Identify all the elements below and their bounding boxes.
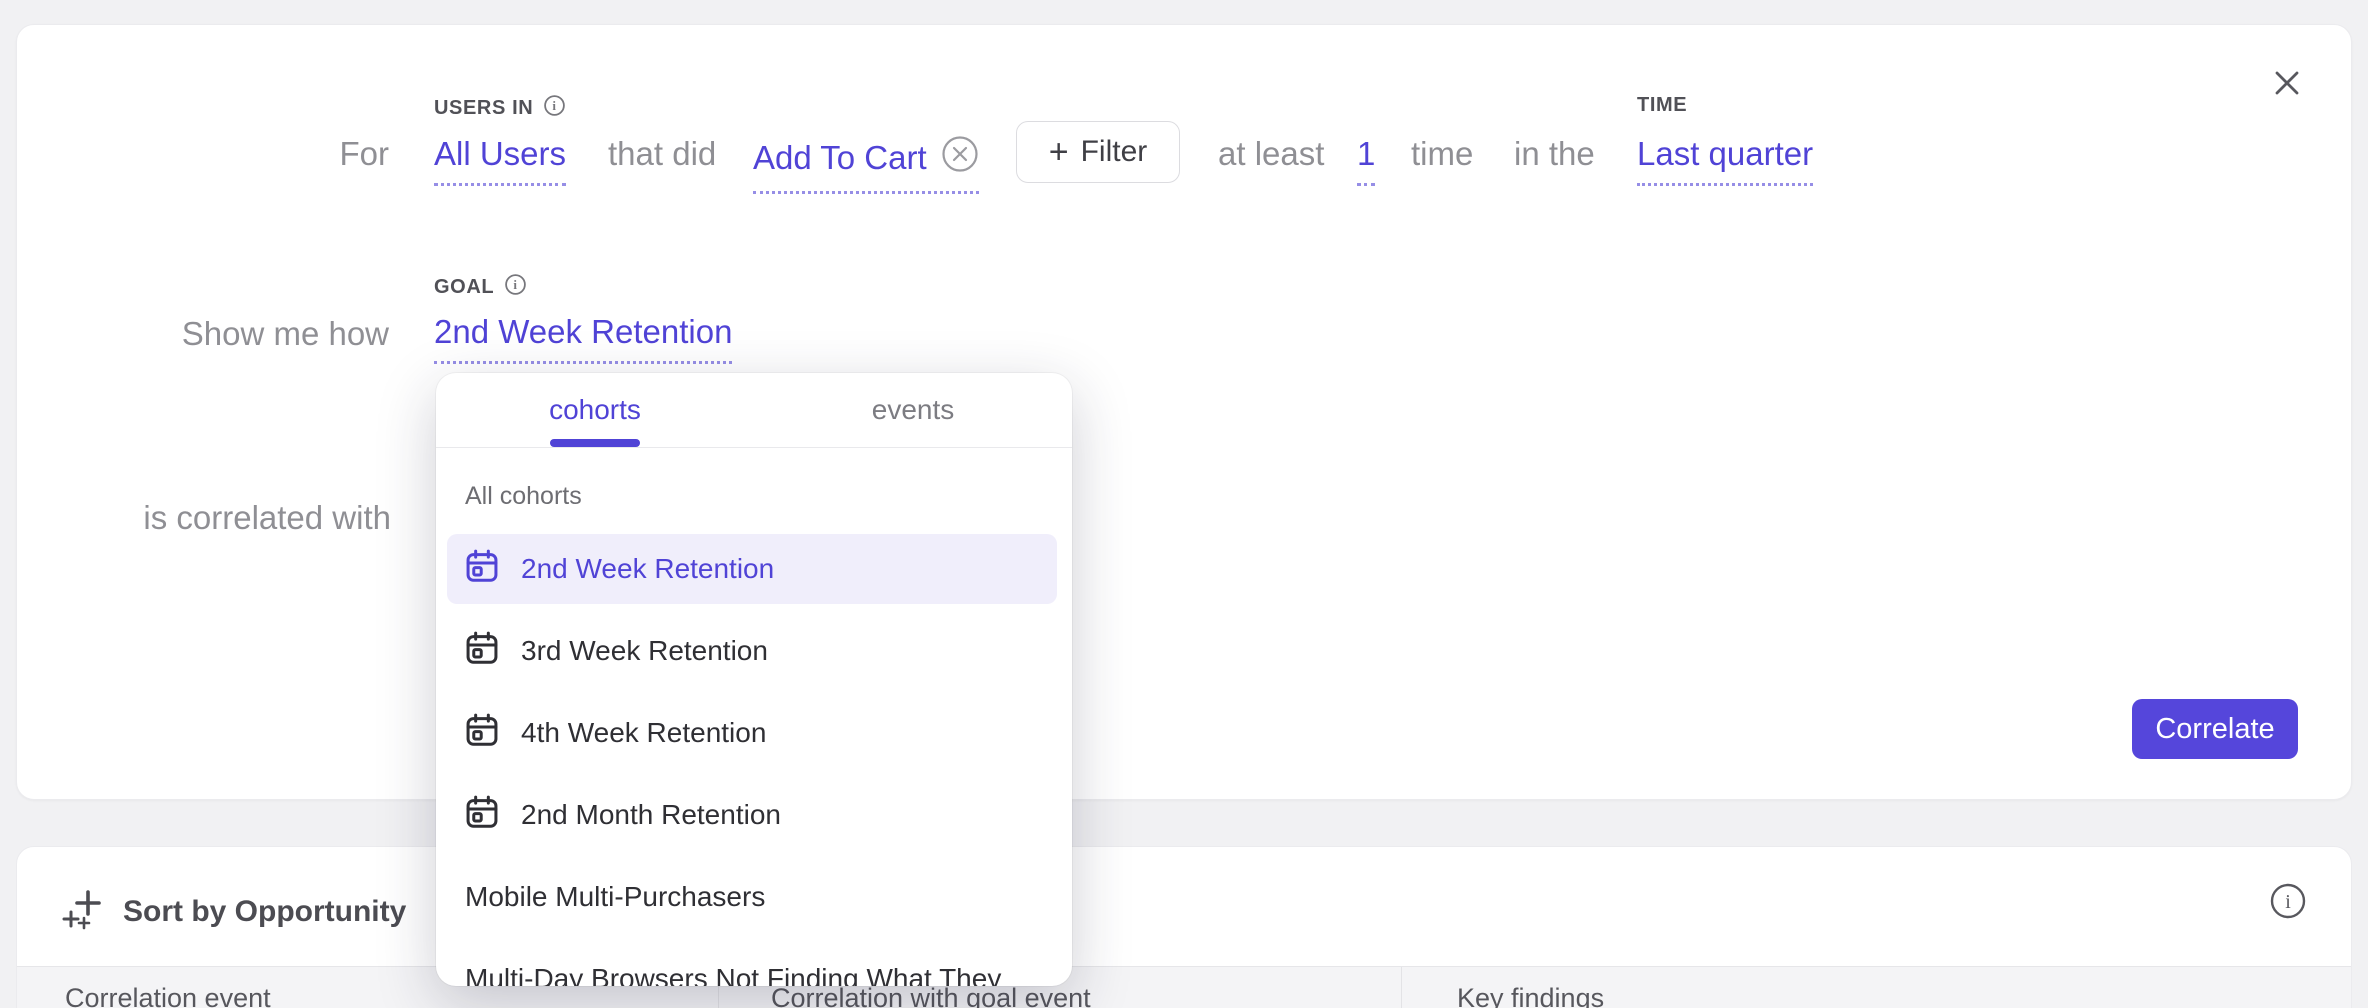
calendar-icon: [463, 793, 521, 838]
info-icon[interactable]: i: [543, 94, 566, 123]
list-item-2nd-week-retention[interactable]: 2nd Week Retention: [447, 534, 1057, 604]
dropdown-tabs: cohorts events: [436, 373, 1072, 448]
close-button[interactable]: [2263, 61, 2311, 109]
list-item-label: 3rd Week Retention: [521, 635, 768, 667]
svg-text:i: i: [553, 98, 557, 113]
list-item-multi-day-browsers[interactable]: Multi-Day Browsers Not Finding What They: [447, 944, 1057, 986]
active-tab-indicator: [550, 439, 640, 447]
time-label: TIME: [1637, 94, 1687, 117]
calendar-icon: [463, 629, 521, 674]
sentence-that-did: that did: [608, 135, 716, 173]
close-icon: [2269, 65, 2305, 106]
plus-icon: +: [1049, 135, 1069, 169]
goal-picker-dropdown: cohorts events All cohorts 2nd Week Rete…: [436, 373, 1072, 986]
calendar-icon: [463, 547, 521, 592]
svg-text:i: i: [2285, 891, 2291, 913]
results-info-button[interactable]: i: [2265, 880, 2311, 926]
goal-label-text: GOAL: [434, 276, 494, 299]
sort-by-opportunity-label: Sort by Opportunity: [123, 895, 406, 929]
sentence-prefix-for: For: [17, 135, 389, 173]
info-icon[interactable]: i: [504, 273, 527, 302]
list-item-label: Multi-Day Browsers Not Finding What They: [465, 963, 1001, 986]
list-item-label: 2nd Month Retention: [521, 799, 781, 831]
tab-events[interactable]: events: [754, 373, 1072, 447]
correlate-button[interactable]: Correlate: [2132, 699, 2298, 759]
list-item-4th-week-retention[interactable]: 4th Week Retention: [447, 698, 1057, 768]
tab-cohorts[interactable]: cohorts: [436, 373, 754, 447]
event-selector[interactable]: Add To Cart: [753, 135, 979, 194]
info-icon: i: [2269, 882, 2307, 925]
subject-selector[interactable]: All Users: [434, 135, 566, 186]
svg-text:i: i: [514, 277, 518, 292]
list-item-label: 4th Week Retention: [521, 717, 766, 749]
users-in-label-text: USERS IN: [434, 97, 533, 120]
column-header-correlation-event: Correlation event: [65, 983, 271, 1008]
sentence-time-unit: time: [1411, 135, 1473, 173]
add-filter-button[interactable]: + Filter: [1016, 121, 1180, 183]
list-item-2nd-month-retention[interactable]: 2nd Month Retention: [447, 780, 1057, 850]
results-panel: Sort by Opportunity i Correlation event …: [16, 846, 2352, 1008]
sentence-at-least: at least: [1218, 135, 1324, 173]
time-label-text: TIME: [1637, 94, 1687, 117]
column-header-correlation-with-goal: Correlation with goal event: [771, 983, 1091, 1008]
list-item-label: Mobile Multi-Purchasers: [465, 881, 765, 913]
goal-label: GOAL i: [434, 273, 527, 302]
query-builder-card: For USERS IN i All Users that did Add To…: [16, 24, 2352, 800]
event-selector-label: Add To Cart: [753, 139, 927, 177]
remove-event-icon[interactable]: [941, 135, 979, 181]
results-table-header: [17, 966, 2351, 1008]
calendar-icon: [463, 711, 521, 756]
tab-events-label: events: [872, 394, 955, 426]
sentence-show-me-how: Show me how: [17, 315, 389, 353]
time-range-selector[interactable]: Last quarter: [1637, 135, 1813, 186]
sentence-is-correlated-with: is correlated with: [17, 499, 391, 537]
sparkle-icon: [61, 887, 105, 936]
users-in-label: USERS IN i: [434, 94, 566, 123]
cohort-group-label: All cohorts: [465, 482, 582, 511]
sort-by-opportunity-button[interactable]: Sort by Opportunity: [61, 887, 406, 936]
list-item-mobile-multi-purchasers[interactable]: Mobile Multi-Purchasers: [447, 862, 1057, 932]
list-item-3rd-week-retention[interactable]: 3rd Week Retention: [447, 616, 1057, 686]
add-filter-button-label: Filter: [1081, 135, 1148, 169]
column-divider: [1401, 967, 1402, 1008]
goal-selector[interactable]: 2nd Week Retention: [434, 313, 732, 364]
sentence-in-the: in the: [1514, 135, 1595, 173]
column-header-key-findings: Key findings: [1457, 983, 1604, 1008]
tab-cohorts-label: cohorts: [549, 394, 641, 426]
list-item-label: 2nd Week Retention: [521, 553, 774, 585]
count-input[interactable]: 1: [1357, 135, 1375, 186]
